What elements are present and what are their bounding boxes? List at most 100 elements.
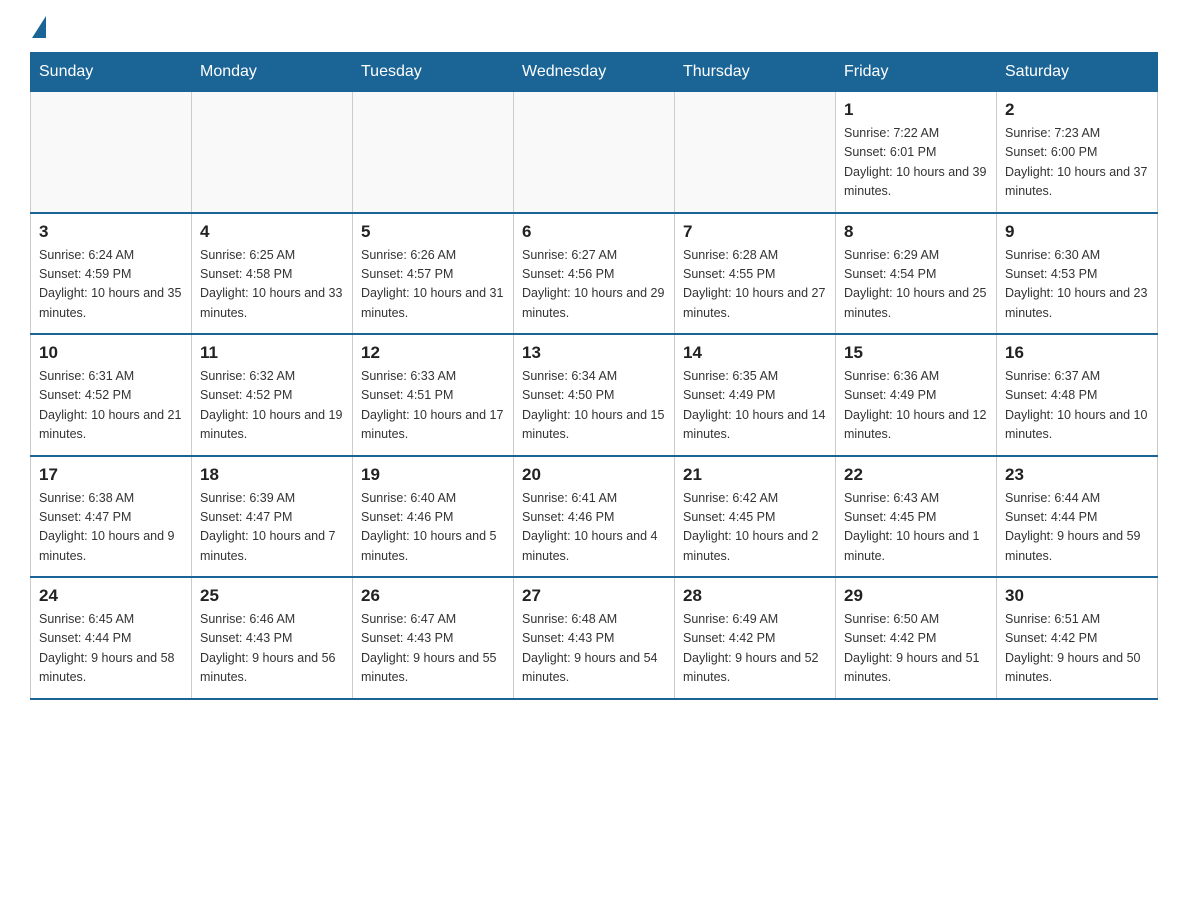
calendar-cell: 4Sunrise: 6:25 AMSunset: 4:58 PMDaylight… (192, 213, 353, 335)
calendar-cell: 20 Sunrise: 6:41 AMSunset: 4:46 PMDayligh… (514, 456, 675, 578)
calendar-cell: 28 Sunrise: 6:49 AMSunset: 4:42 PMDayligh… (675, 577, 836, 699)
calendar-table: SundayMondayTuesdayWednesdayThursdayFrid… (30, 52, 1158, 700)
day-info: Sunrise: 6:31 AMSunset: 4:52 PMDaylight:… (39, 367, 183, 445)
weekday-header-thursday: Thursday (675, 53, 836, 92)
day-number: 24 (39, 586, 183, 606)
day-number: 29 (844, 586, 988, 606)
calendar-cell: 10 Sunrise: 6:31 AMSunset: 4:52 PMDayligh… (31, 334, 192, 456)
calendar-cell: 24 Sunrise: 6:45 AMSunset: 4:44 PMDayligh… (31, 577, 192, 699)
day-info: Sunrise: 6:36 AMSunset: 4:49 PMDaylight:… (844, 367, 988, 445)
day-number: 13 (522, 343, 666, 363)
calendar-cell: 11Sunrise: 6:32 AMSunset: 4:52 PMDayligh… (192, 334, 353, 456)
calendar-cell: 3 Sunrise: 6:24 AMSunset: 4:59 PMDaylight… (31, 213, 192, 335)
calendar-cell: 17 Sunrise: 6:38 AMSunset: 4:47 PMDayligh… (31, 456, 192, 578)
calendar-cell: 29 Sunrise: 6:50 AMSunset: 4:42 PMDayligh… (836, 577, 997, 699)
calendar-cell: 19Sunrise: 6:40 AMSunset: 4:46 PMDayligh… (353, 456, 514, 578)
day-info: Sunrise: 6:47 AMSunset: 4:43 PMDaylight:… (361, 610, 505, 688)
logo (30, 20, 46, 34)
day-info: Sunrise: 6:44 AMSunset: 4:44 PMDaylight:… (1005, 489, 1149, 567)
day-info: Sunrise: 6:51 AMSunset: 4:42 PMDaylight:… (1005, 610, 1149, 688)
day-number: 15 (844, 343, 988, 363)
weekday-header-friday: Friday (836, 53, 997, 92)
calendar-cell: 14 Sunrise: 6:35 AMSunset: 4:49 PMDayligh… (675, 334, 836, 456)
day-number: 26 (361, 586, 505, 606)
calendar-body: 1 Sunrise: 7:22 AMSunset: 6:01 PMDaylight… (31, 92, 1158, 699)
day-info: Sunrise: 6:43 AMSunset: 4:45 PMDaylight:… (844, 489, 988, 567)
day-info: Sunrise: 6:37 AMSunset: 4:48 PMDaylight:… (1005, 367, 1149, 445)
day-info: Sunrise: 6:49 AMSunset: 4:42 PMDaylight:… (683, 610, 827, 688)
day-info: Sunrise: 6:29 AMSunset: 4:54 PMDaylight:… (844, 246, 988, 324)
day-info: Sunrise: 6:42 AMSunset: 4:45 PMDaylight:… (683, 489, 827, 567)
logo-triangle-icon (32, 16, 46, 38)
calendar-week-4: 17 Sunrise: 6:38 AMSunset: 4:47 PMDayligh… (31, 456, 1158, 578)
calendar-cell: 27Sunrise: 6:48 AMSunset: 4:43 PMDayligh… (514, 577, 675, 699)
day-info: Sunrise: 7:23 AMSunset: 6:00 PMDaylight:… (1005, 124, 1149, 202)
day-number: 20 (522, 465, 666, 485)
day-number: 10 (39, 343, 183, 363)
calendar-cell (514, 92, 675, 213)
day-number: 21 (683, 465, 827, 485)
calendar-cell: 5 Sunrise: 6:26 AMSunset: 4:57 PMDaylight… (353, 213, 514, 335)
day-info: Sunrise: 6:28 AMSunset: 4:55 PMDaylight:… (683, 246, 827, 324)
day-number: 16 (1005, 343, 1149, 363)
page-header (30, 20, 1158, 34)
calendar-cell: 25 Sunrise: 6:46 AMSunset: 4:43 PMDayligh… (192, 577, 353, 699)
day-number: 23 (1005, 465, 1149, 485)
calendar-cell: 26 Sunrise: 6:47 AMSunset: 4:43 PMDayligh… (353, 577, 514, 699)
calendar-week-1: 1 Sunrise: 7:22 AMSunset: 6:01 PMDaylight… (31, 92, 1158, 213)
day-info: Sunrise: 6:40 AMSunset: 4:46 PMDaylight:… (361, 489, 505, 567)
weekday-header-saturday: Saturday (997, 53, 1158, 92)
day-number: 3 (39, 222, 183, 242)
calendar-cell: 1 Sunrise: 7:22 AMSunset: 6:01 PMDaylight… (836, 92, 997, 213)
calendar-cell: 15 Sunrise: 6:36 AMSunset: 4:49 PMDayligh… (836, 334, 997, 456)
day-info: Sunrise: 6:34 AMSunset: 4:50 PMDaylight:… (522, 367, 666, 445)
day-info: Sunrise: 6:38 AMSunset: 4:47 PMDaylight:… (39, 489, 183, 567)
day-info: Sunrise: 6:39 AMSunset: 4:47 PMDaylight:… (200, 489, 344, 567)
calendar-cell: 23 Sunrise: 6:44 AMSunset: 4:44 PMDayligh… (997, 456, 1158, 578)
day-number: 25 (200, 586, 344, 606)
day-info: Sunrise: 6:25 AMSunset: 4:58 PMDaylight:… (200, 246, 344, 324)
day-number: 27 (522, 586, 666, 606)
day-info: Sunrise: 6:33 AMSunset: 4:51 PMDaylight:… (361, 367, 505, 445)
calendar-week-3: 10 Sunrise: 6:31 AMSunset: 4:52 PMDayligh… (31, 334, 1158, 456)
day-number: 22 (844, 465, 988, 485)
day-info: Sunrise: 6:50 AMSunset: 4:42 PMDaylight:… (844, 610, 988, 688)
weekday-header-sunday: Sunday (31, 53, 192, 92)
calendar-header: SundayMondayTuesdayWednesdayThursdayFrid… (31, 53, 1158, 92)
day-number: 7 (683, 222, 827, 242)
calendar-cell (353, 92, 514, 213)
calendar-cell (192, 92, 353, 213)
calendar-cell: 30 Sunrise: 6:51 AMSunset: 4:42 PMDayligh… (997, 577, 1158, 699)
day-number: 8 (844, 222, 988, 242)
calendar-week-2: 3 Sunrise: 6:24 AMSunset: 4:59 PMDaylight… (31, 213, 1158, 335)
day-number: 9 (1005, 222, 1149, 242)
weekday-header-tuesday: Tuesday (353, 53, 514, 92)
weekday-header-row: SundayMondayTuesdayWednesdayThursdayFrid… (31, 53, 1158, 92)
day-info: Sunrise: 6:46 AMSunset: 4:43 PMDaylight:… (200, 610, 344, 688)
day-info: Sunrise: 6:26 AMSunset: 4:57 PMDaylight:… (361, 246, 505, 324)
day-number: 2 (1005, 100, 1149, 120)
calendar-cell: 8 Sunrise: 6:29 AMSunset: 4:54 PMDaylight… (836, 213, 997, 335)
day-info: Sunrise: 7:22 AMSunset: 6:01 PMDaylight:… (844, 124, 988, 202)
calendar-cell: 6Sunrise: 6:27 AMSunset: 4:56 PMDaylight… (514, 213, 675, 335)
day-info: Sunrise: 6:27 AMSunset: 4:56 PMDaylight:… (522, 246, 666, 324)
calendar-cell: 21 Sunrise: 6:42 AMSunset: 4:45 PMDayligh… (675, 456, 836, 578)
day-info: Sunrise: 6:41 AMSunset: 4:46 PMDaylight:… (522, 489, 666, 567)
calendar-cell: 12 Sunrise: 6:33 AMSunset: 4:51 PMDayligh… (353, 334, 514, 456)
calendar-cell: 13 Sunrise: 6:34 AMSunset: 4:50 PMDayligh… (514, 334, 675, 456)
day-number: 18 (200, 465, 344, 485)
day-number: 11 (200, 343, 344, 363)
day-number: 14 (683, 343, 827, 363)
day-info: Sunrise: 6:45 AMSunset: 4:44 PMDaylight:… (39, 610, 183, 688)
day-number: 17 (39, 465, 183, 485)
day-number: 5 (361, 222, 505, 242)
day-info: Sunrise: 6:30 AMSunset: 4:53 PMDaylight:… (1005, 246, 1149, 324)
day-info: Sunrise: 6:35 AMSunset: 4:49 PMDaylight:… (683, 367, 827, 445)
day-number: 12 (361, 343, 505, 363)
day-number: 1 (844, 100, 988, 120)
day-info: Sunrise: 6:24 AMSunset: 4:59 PMDaylight:… (39, 246, 183, 324)
calendar-cell (675, 92, 836, 213)
calendar-cell: 16 Sunrise: 6:37 AMSunset: 4:48 PMDayligh… (997, 334, 1158, 456)
day-number: 28 (683, 586, 827, 606)
day-number: 30 (1005, 586, 1149, 606)
